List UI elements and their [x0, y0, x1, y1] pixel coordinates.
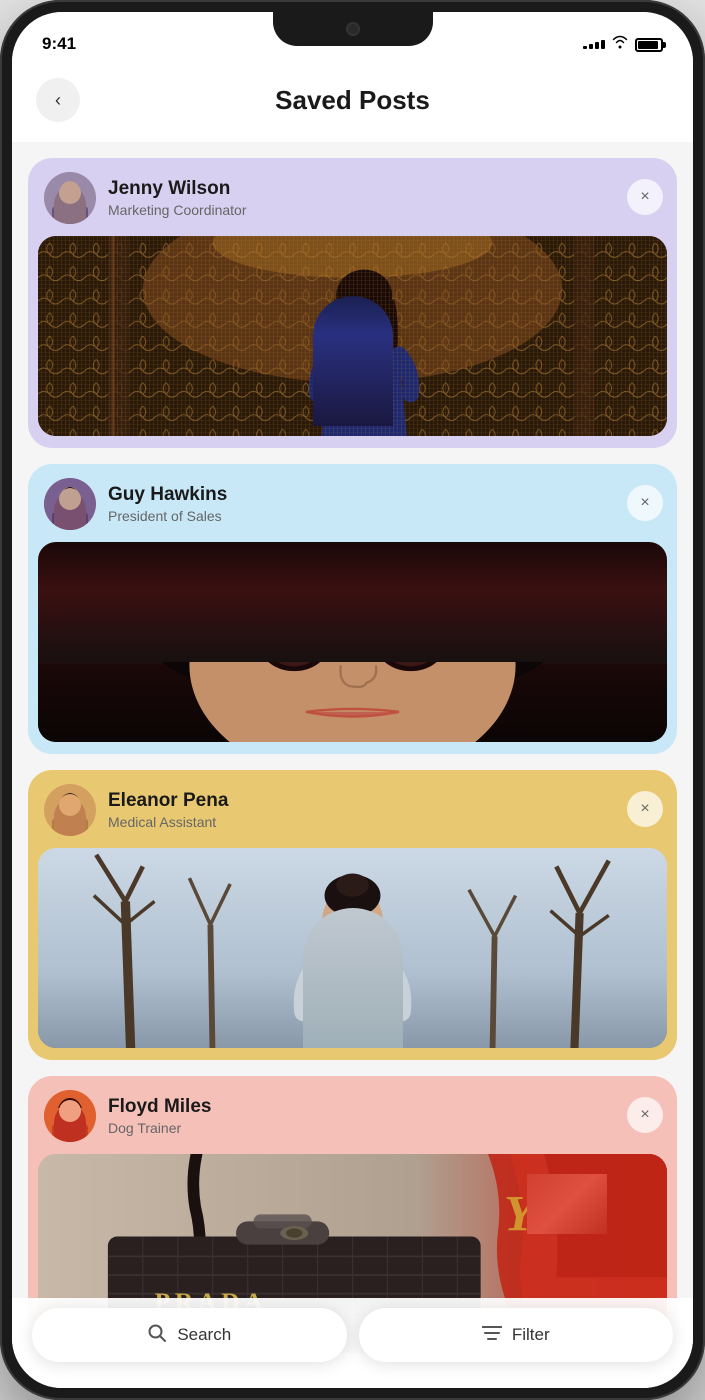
back-button[interactable]: ‹: [36, 78, 80, 122]
post-card-guy: Guy Hawkins President of Sales ×: [28, 464, 677, 754]
phone-screen: 9:41: [12, 12, 693, 1388]
post-header-eleanor: Eleanor Pena Medical Assistant ×: [28, 770, 677, 848]
post-card-eleanor: Eleanor Pena Medical Assistant ×: [28, 770, 677, 1060]
avatar-guy: [44, 478, 96, 530]
user-name-floyd: Floyd Miles: [108, 1096, 661, 1119]
post-image-jenny: [38, 236, 667, 436]
close-button-floyd[interactable]: ×: [627, 1097, 663, 1133]
user-info-eleanor: Eleanor Pena Medical Assistant: [108, 790, 661, 831]
page-title: Saved Posts: [80, 85, 625, 116]
search-label: Search: [177, 1325, 231, 1345]
avatar-eleanor: [44, 784, 96, 836]
user-name-jenny: Jenny Wilson: [108, 178, 661, 201]
search-button[interactable]: Search: [32, 1308, 347, 1362]
signal-bars-icon: [583, 40, 605, 49]
posts-scroll-area[interactable]: Jenny Wilson Marketing Coordinator ×: [12, 142, 693, 1384]
post-card-jenny: Jenny Wilson Marketing Coordinator ×: [28, 158, 677, 448]
notch: [273, 12, 433, 46]
close-button-guy[interactable]: ×: [627, 485, 663, 521]
app-content: ‹ Saved Posts: [12, 62, 693, 1388]
user-info-floyd: Floyd Miles Dog Trainer: [108, 1096, 661, 1137]
bottom-bar: Search Filter: [12, 1298, 693, 1388]
phone-frame: 9:41: [0, 0, 705, 1400]
status-time: 9:41: [42, 34, 76, 54]
user-info-guy: Guy Hawkins President of Sales: [108, 484, 661, 525]
filter-label: Filter: [512, 1325, 550, 1345]
user-role-guy: President of Sales: [108, 508, 661, 524]
battery-icon: [635, 38, 663, 52]
user-name-eleanor: Eleanor Pena: [108, 790, 661, 813]
user-role-jenny: Marketing Coordinator: [108, 202, 661, 218]
page-header: ‹ Saved Posts: [12, 62, 693, 142]
close-button-jenny[interactable]: ×: [627, 179, 663, 215]
post-header-guy: Guy Hawkins President of Sales ×: [28, 464, 677, 542]
user-name-guy: Guy Hawkins: [108, 484, 661, 507]
user-role-floyd: Dog Trainer: [108, 1120, 661, 1136]
svg-text:YSL: YSL: [504, 1186, 595, 1243]
filter-icon: [482, 1325, 502, 1346]
status-icons: [583, 35, 663, 54]
post-image-guy: [38, 542, 667, 742]
search-icon: [147, 1323, 167, 1348]
close-button-eleanor[interactable]: ×: [627, 791, 663, 827]
wifi-icon: [611, 35, 629, 54]
avatar-jenny: [44, 172, 96, 224]
back-chevron-icon: ‹: [55, 91, 61, 109]
filter-button[interactable]: Filter: [359, 1308, 674, 1362]
avatar-floyd: [44, 1090, 96, 1142]
camera-dot: [346, 22, 360, 36]
post-header-jenny: Jenny Wilson Marketing Coordinator ×: [28, 158, 677, 236]
user-info-jenny: Jenny Wilson Marketing Coordinator: [108, 178, 661, 219]
user-role-eleanor: Medical Assistant: [108, 814, 661, 830]
post-image-eleanor: [38, 848, 667, 1048]
post-header-floyd: Floyd Miles Dog Trainer ×: [28, 1076, 677, 1154]
